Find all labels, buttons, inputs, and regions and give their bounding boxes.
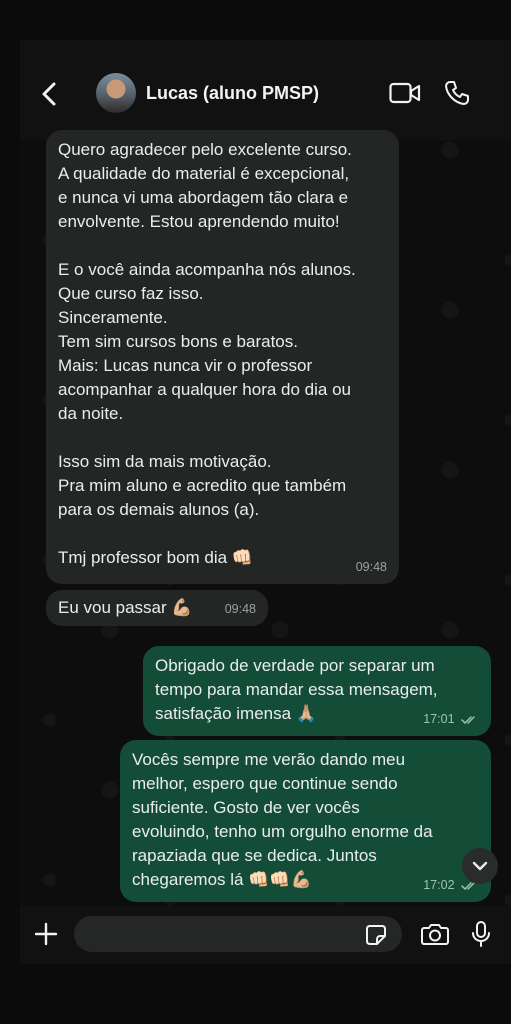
read-ticks-icon <box>461 715 475 724</box>
microphone-button[interactable] <box>471 920 491 948</box>
sticker-button[interactable] <box>365 924 387 946</box>
message-input[interactable] <box>74 916 402 952</box>
message-time: 17:01 <box>423 712 455 726</box>
sticker-icon <box>366 925 386 945</box>
message-time: 17:02 <box>423 878 455 892</box>
message-text: Vocês sempre me verão dando meu melhor, … <box>132 750 433 889</box>
phone-icon <box>445 81 469 105</box>
message-bubble-outgoing[interactable]: Obrigado de verdade por separar um tempo… <box>143 646 491 736</box>
back-button[interactable] <box>38 80 62 108</box>
microphone-icon <box>472 921 490 947</box>
chevron-down-icon <box>472 861 488 871</box>
scroll-to-bottom-button[interactable] <box>462 848 498 884</box>
camera-button[interactable] <box>421 922 449 946</box>
plus-icon <box>34 922 58 946</box>
message-bubble-incoming[interactable]: Quero agradecer pelo excelente curso. A … <box>46 130 399 584</box>
message-bubble-outgoing[interactable]: Vocês sempre me verão dando meu melhor, … <box>120 740 491 902</box>
message-meta: 17:01 <box>423 707 479 731</box>
chat-screen: Lucas (aluno PMSP) Quero agradecer pelo … <box>20 40 511 964</box>
message-bubble-incoming[interactable]: Eu vou passar 💪🏼 09:48 <box>46 590 268 626</box>
video-call-button[interactable] <box>389 82 421 104</box>
message-time: 09:48 <box>224 602 256 616</box>
video-camera-icon <box>389 82 421 104</box>
attach-button[interactable] <box>34 922 58 946</box>
camera-icon <box>421 924 449 945</box>
message-text: Quero agradecer pelo excelente curso. A … <box>58 140 356 567</box>
voice-call-button[interactable] <box>444 80 470 106</box>
message-composer <box>20 906 511 964</box>
contact-avatar[interactable] <box>96 73 136 113</box>
contact-name[interactable]: Lucas (aluno PMSP) <box>146 83 319 104</box>
message-time: 09:48 <box>355 560 387 574</box>
chat-header: Lucas (aluno PMSP) <box>20 40 511 140</box>
chevron-left-icon <box>42 82 56 106</box>
